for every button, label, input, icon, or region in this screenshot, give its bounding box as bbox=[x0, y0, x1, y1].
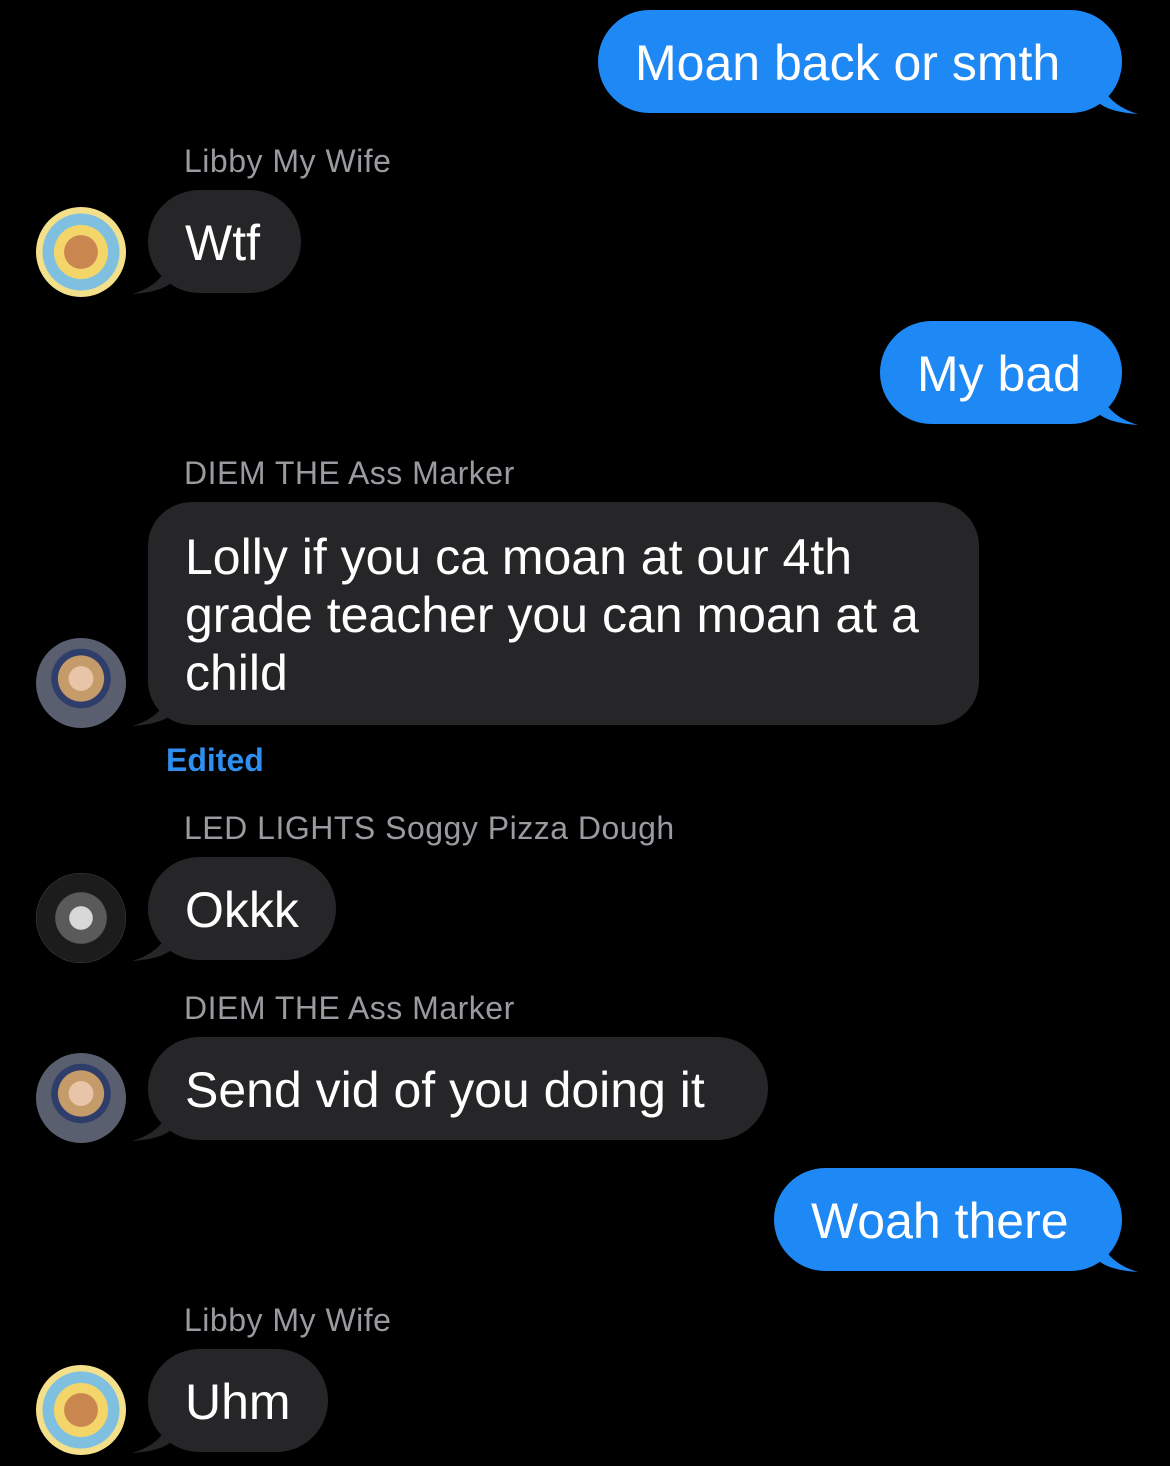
sender-name: DIEM THE Ass Marker bbox=[184, 455, 515, 491]
message-text: Woah there bbox=[811, 1193, 1069, 1249]
sender-name: Libby My Wife bbox=[184, 143, 392, 179]
avatar-girl-icon[interactable] bbox=[36, 1053, 126, 1143]
bubble-tail-icon bbox=[1098, 385, 1138, 425]
sender-name: Libby My Wife bbox=[184, 1302, 392, 1338]
message-line: child bbox=[185, 645, 288, 701]
incoming-message-bubble[interactable]: Okkk bbox=[148, 857, 336, 960]
message-text: Uhm bbox=[185, 1374, 291, 1430]
bubble-tail-icon bbox=[132, 1101, 172, 1141]
outgoing-message-bubble[interactable]: Moan back or smth bbox=[598, 10, 1122, 113]
message-text: Okkk bbox=[185, 882, 299, 938]
edited-label[interactable]: Edited bbox=[166, 742, 264, 779]
sender-name: DIEM THE Ass Marker bbox=[184, 990, 515, 1026]
incoming-message-bubble[interactable]: Uhm bbox=[148, 1349, 328, 1452]
message-line: Lolly if you ca moan at our 4th bbox=[185, 529, 853, 585]
message-text: Wtf bbox=[185, 215, 260, 271]
bubble-tail-icon bbox=[1098, 74, 1138, 114]
outgoing-message-bubble[interactable]: My bad bbox=[880, 321, 1122, 424]
avatar-sun-icon[interactable] bbox=[36, 207, 126, 297]
message-line: grade teacher you can moan at a bbox=[185, 587, 919, 643]
avatar-bw-icon[interactable] bbox=[36, 873, 126, 963]
avatar-sun-icon[interactable] bbox=[36, 1365, 126, 1455]
incoming-message-bubble[interactable]: Lolly if you ca moan at our 4th grade te… bbox=[148, 502, 979, 725]
bubble-tail-icon bbox=[1098, 1232, 1138, 1272]
bubble-tail-icon bbox=[132, 921, 172, 961]
bubble-tail-icon bbox=[132, 1413, 172, 1453]
bubble-tail-icon bbox=[132, 254, 172, 294]
message-text: My bad bbox=[917, 346, 1081, 402]
message-text: Moan back or smth bbox=[635, 35, 1061, 91]
bubble-tail-icon bbox=[132, 686, 172, 726]
message-text: Send vid of you doing it bbox=[185, 1062, 705, 1118]
incoming-message-bubble[interactable]: Send vid of you doing it bbox=[148, 1037, 768, 1140]
avatar-girl-icon[interactable] bbox=[36, 638, 126, 728]
sender-name: LED LIGHTS Soggy Pizza Dough bbox=[184, 810, 675, 846]
outgoing-message-bubble[interactable]: Woah there bbox=[774, 1168, 1122, 1271]
